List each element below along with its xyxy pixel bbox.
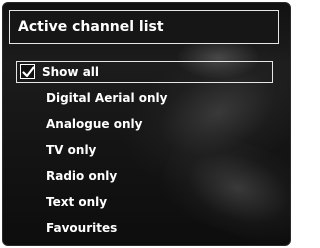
menu-item-analogue-only[interactable]: Analogue only	[3, 113, 290, 135]
menu-item-label: Digital Aerial only	[46, 91, 168, 105]
menu-item-radio-only[interactable]: Radio only	[3, 165, 290, 187]
menu-item-show-all[interactable]: Show all	[16, 61, 273, 83]
menu-item-label: TV only	[46, 143, 97, 157]
menu-item-tv-only[interactable]: TV only	[3, 139, 290, 161]
panel-header: Active channel list	[9, 10, 279, 44]
menu-item-label: Radio only	[46, 169, 118, 183]
menu-item-favourites[interactable]: Favourites	[3, 217, 290, 239]
channel-list-panel: Active channel list Show all Digital Aer…	[2, 2, 291, 246]
menu-item-text-only[interactable]: Text only	[3, 191, 290, 213]
panel-title: Active channel list	[18, 19, 164, 35]
menu-item-label: Show all	[42, 65, 100, 79]
checkbox[interactable]	[20, 64, 35, 79]
menu-item-label: Text only	[46, 195, 108, 209]
menu-item-digital-aerial-only[interactable]: Digital Aerial only	[3, 87, 290, 109]
checkmark-icon	[22, 66, 35, 78]
menu-item-label: Analogue only	[46, 117, 143, 131]
menu-item-label: Favourites	[46, 221, 118, 235]
